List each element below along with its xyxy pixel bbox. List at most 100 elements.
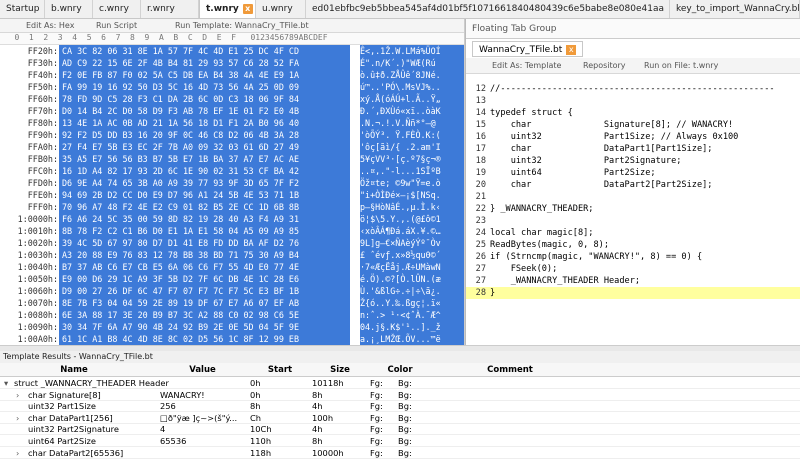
hex-row[interactable]: 1:00A0h: 61 1C A1 B8 4C 4D 8E 8C 02 D5 56… <box>0 333 465 345</box>
hex-bytes[interactable]: AD C9 22 15 6E 2F 4B B4 81 29 93 57 C6 2… <box>59 57 350 69</box>
table-row[interactable]: uint64 Part2Size 65536 110h 8h Fg: Bg: <box>0 436 800 447</box>
code-line[interactable]: 16 uint32 Part1Size; // Always 0x100 <box>466 131 800 143</box>
hex-row[interactable]: FF30h: AD C9 22 15 6E 2F 4B B4 81 29 93 5… <box>0 57 465 69</box>
code-text[interactable]: FSeek(0); <box>490 263 558 275</box>
hex-bytes[interactable]: F2 0E FB 87 F0 02 5A C5 DB EA B4 38 4A 4… <box>59 69 350 81</box>
code-line[interactable]: 21 <box>466 191 800 203</box>
expand-caret-icon[interactable]: › <box>16 413 19 423</box>
row-bg[interactable]: Bg: <box>398 401 412 411</box>
row-fg[interactable]: Fg: <box>370 448 383 458</box>
hex-ascii[interactable]: p–§HòNâÉ.‚µ.Ì.k‹ <box>360 201 465 213</box>
hex-bytes[interactable]: 13 4E 1A AC 0B AD 21 1A 56 18 D1 F1 2A B… <box>59 117 350 129</box>
hex-row[interactable]: 1:0070h: 8E 7B F3 04 04 59 2E 89 19 DF 67… <box>0 297 465 309</box>
hex-bytes[interactable]: 8E 7B F3 04 04 59 2E 89 19 DF 67 E7 A6 0… <box>59 297 350 309</box>
hex-ascii[interactable]: xý.Å(óÁÚ+l.Ã..Ÿ„ <box>360 93 465 105</box>
code-line[interactable]: 23 <box>466 215 800 227</box>
code-line[interactable]: 20 char DataPart2[Part2Size]; <box>466 179 800 191</box>
tab-u-wnry[interactable]: u.wnry <box>256 0 306 18</box>
hex-bytes[interactable]: A3 20 88 E9 76 83 12 78 BB 38 BD 71 75 3… <box>59 249 350 261</box>
run-script-button[interactable]: Run Script <box>96 21 137 30</box>
hex-row[interactable]: FF60h: 78 FD 9D C5 28 F3 C1 DA 2B 6C 0D C… <box>0 93 465 105</box>
code-line[interactable]: 17 char DataPart1[Part1Size]; <box>466 143 800 155</box>
template-code-editor[interactable]: 12 //------------------------------------… <box>466 83 800 345</box>
tab-b-wnry[interactable]: b.wnry <box>45 0 93 18</box>
hex-ascii[interactable]: Öž¤te; ©9w"Ÿ=e.ò <box>360 177 465 189</box>
hex-ascii[interactable]: a.¡¸LMŽŒ.ÕV...™ë <box>360 333 465 345</box>
hex-ascii[interactable]: 04.j§.K$'¹..]._ž <box>360 321 465 333</box>
hex-row[interactable]: FF50h: FA 99 19 16 92 50 D3 5C 16 4D 73 5… <box>0 81 465 93</box>
code-line[interactable]: 14 typedef struct { <box>466 107 800 119</box>
row-fg[interactable]: Fg: <box>370 390 383 400</box>
hex-row[interactable]: FF40h: F2 0E FB 87 F0 02 5A C5 DB EA B4 3… <box>0 69 465 81</box>
code-line[interactable]: 27 _WANNACRY_THEADER Header; <box>466 275 800 287</box>
tab-ed01-hash[interactable]: ed01ebfbc9eb5bbea545af4d01bf5f1071661840… <box>306 0 670 18</box>
code-line[interactable]: 26 if (Strncmp(magic, "WANACRY!", 8) == 0… <box>466 251 800 263</box>
hex-row[interactable]: FF20h: CA 3C 82 06 31 8E 1A 57 7F 4C 4D E… <box>0 45 465 57</box>
expand-caret-icon[interactable]: › <box>16 448 19 458</box>
hex-ascii[interactable]: ..¤‚."-l...1SÏºB <box>360 165 465 177</box>
code-text[interactable]: typedef struct { <box>490 107 573 119</box>
hex-row[interactable]: 1:0030h: A3 20 88 E9 76 83 12 78 BB 38 BD… <box>0 249 465 261</box>
table-row[interactable]: › char Signature[8] WANACRY! 0h 8h Fg: Bg: <box>0 390 800 401</box>
row-bg[interactable]: Bg: <box>398 378 412 388</box>
row-fg[interactable]: Fg: <box>370 436 383 446</box>
code-text[interactable]: if (Strncmp(magic, "WANACRY!", 8) == 0) … <box>490 251 702 263</box>
code-line[interactable]: 27 FSeek(0); <box>466 263 800 275</box>
hex-ascii[interactable]: ö¦$\5.Y.‚.(@£ô©1 <box>360 213 465 225</box>
table-row[interactable]: uint32 Part2Signature 4 10Ch 4h Fg: Bg: <box>0 424 800 436</box>
expand-caret-icon[interactable]: ▾ <box>4 378 8 388</box>
edit-as-template-button[interactable]: Edit As: Template <box>492 61 561 70</box>
col-value[interactable]: Value <box>155 365 250 375</box>
hex-bytes[interactable]: CA 3C 82 06 31 8E 1A 57 7F 4C 4D E1 25 D… <box>59 45 350 57</box>
close-icon[interactable]: x <box>566 45 577 55</box>
hex-row[interactable]: 1:0000h: F6 A6 24 5C 35 00 59 8D 82 19 28… <box>0 213 465 225</box>
tab-startup[interactable]: Startup <box>0 0 45 18</box>
hex-bytes[interactable]: E9 00 D6 29 1C A9 3F 5B D2 7F 6C DB 4E 1… <box>59 273 350 285</box>
hex-bytes[interactable]: 16 1D A4 82 17 93 2D 6C 1E 90 02 31 53 C… <box>59 165 350 177</box>
hex-ascii[interactable]: 9L]g—€×ÑAèýÝº¯Òv <box>360 237 465 249</box>
col-color[interactable]: Color <box>370 365 430 375</box>
code-line[interactable]: 19 uint64 Part2Size; <box>466 167 800 179</box>
code-text[interactable]: //--------------------------------------… <box>490 83 775 95</box>
hex-row[interactable]: FFC0h: 16 1D A4 82 17 93 2D 6C 1E 90 02 3… <box>0 165 465 177</box>
col-size[interactable]: Size <box>310 365 370 375</box>
col-comment[interactable]: Comment <box>430 365 590 375</box>
row-bg[interactable]: Bg: <box>398 436 412 446</box>
run-template-button[interactable]: Run Template: WannaCry_TFile.bt <box>175 21 309 30</box>
hex-ascii[interactable]: ·7«ÆçËåj.Æ÷UMàwN <box>360 261 465 273</box>
tab-template-file[interactable]: WannaCry_TFile.bt x <box>472 41 584 57</box>
hex-bytes[interactable]: 61 1C A1 B8 4C 4D 8E 8C 02 D5 56 1C 8F 1… <box>59 333 350 345</box>
code-text[interactable]: local char magic[8]; <box>490 227 593 239</box>
hex-bytes[interactable]: D9 00 27 26 DF 6C 47 F7 07 F7 7C F7 5C E… <box>59 285 350 297</box>
hex-row[interactable]: FFE0h: 94 69 2B D2 CC D0 E9 D7 96 A1 24 5… <box>0 189 465 201</box>
hex-row[interactable]: 1:0050h: E9 00 D6 29 1C A9 3F 5B D2 7F 6C… <box>0 273 465 285</box>
hex-row[interactable]: FFB0h: 35 A5 E7 56 56 B3 B7 5B E7 1B BA 3… <box>0 153 465 165</box>
hex-row[interactable]: 1:0090h: 30 34 7F 6A A7 90 4B 24 92 B9 2E… <box>0 321 465 333</box>
tab-r-wnry[interactable]: r.wnry <box>141 0 199 18</box>
hex-bytes[interactable]: 39 4C 5D 67 97 80 D7 D1 41 E8 FD DD BA A… <box>59 237 350 249</box>
code-line[interactable]: 12 //------------------------------------… <box>466 83 800 95</box>
close-icon[interactable]: x <box>242 4 253 14</box>
code-text[interactable]: uint32 Part1Size; // Always 0x100 <box>490 131 739 143</box>
hex-row[interactable]: FFA0h: 27 F4 E7 5B E3 EC 2F 7B A0 09 32 0… <box>0 141 465 153</box>
hex-ascii[interactable]: .N.¬.­!.V.Ññ*°–@ <box>360 117 465 129</box>
hex-ascii[interactable]: Ù.'&ßlG÷.÷|÷\ã¿. <box>360 285 465 297</box>
hex-ascii[interactable]: 'ôç[ãì/{ .2.am'I <box>360 141 465 153</box>
hex-bytes[interactable]: 8B 78 F2 C2 C1 B6 D0 E1 1A E1 58 04 A5 0… <box>59 225 350 237</box>
code-text[interactable]: ReadBytes(magic, 0, 8); <box>490 239 609 251</box>
hex-ascii[interactable]: 5¥çVV³·[ç.º7§ç¬® <box>360 153 465 165</box>
code-line[interactable]: 28} <box>466 287 800 299</box>
col-name[interactable]: Name <box>0 365 148 375</box>
code-line[interactable]: 13 <box>466 95 800 107</box>
row-bg[interactable]: Bg: <box>398 448 412 458</box>
hex-ascii[interactable]: ­É".n/K´.)"WÆ(Rú <box>360 57 465 69</box>
run-on-file-button[interactable]: Run on File: t.wnry <box>644 61 718 70</box>
row-fg[interactable]: Fg: <box>370 378 383 388</box>
hex-bytes[interactable]: 35 A5 E7 56 56 B3 B7 5B E7 1B BA 37 A7 E… <box>59 153 350 165</box>
code-line[interactable]: 22} _WANNACRY_THEADER; <box>466 203 800 215</box>
hex-row[interactable]: FF70h: D0 14 B4 2C D0 58 D9 F3 AB 78 EF 1… <box>0 105 465 117</box>
code-text[interactable]: char DataPart2[Part2Size]; <box>490 179 713 191</box>
table-row[interactable]: › char DataPart2[65536] 118h 10000h Fg: Bg: <box>0 448 800 459</box>
code-text[interactable]: char DataPart1[Part1Size]; <box>490 143 713 155</box>
col-start[interactable]: Start <box>250 365 310 375</box>
